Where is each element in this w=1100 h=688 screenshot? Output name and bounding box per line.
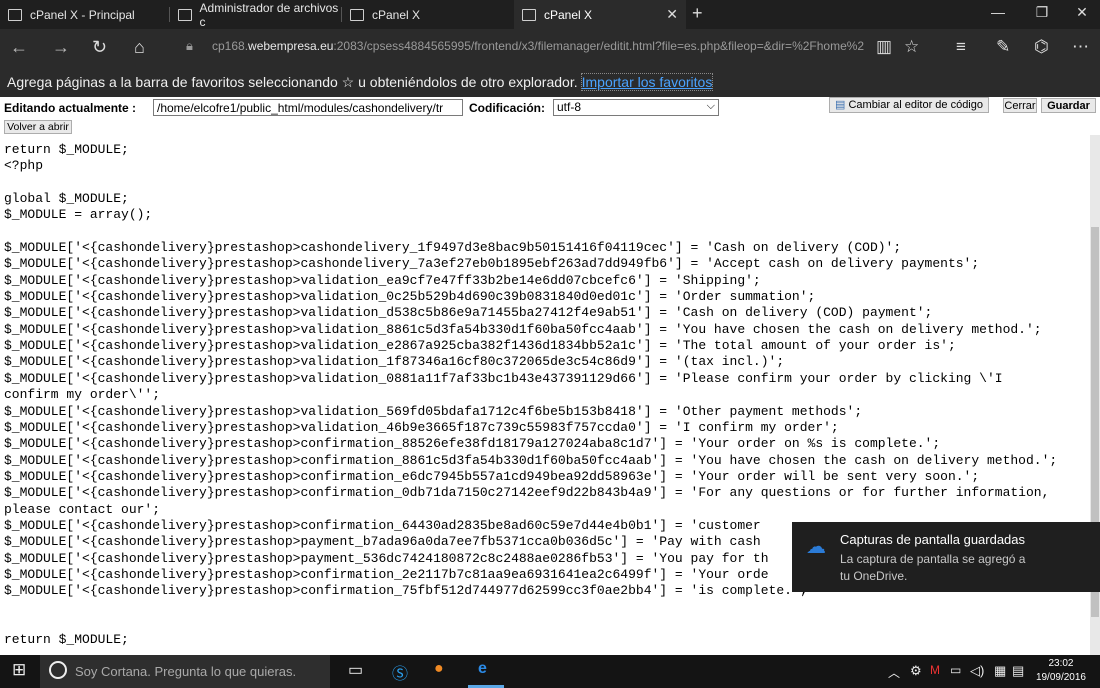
url-field[interactable]: cp168.webempresa.eu:2083/cpsess488456599…: [212, 39, 864, 53]
editor-toolbar: Editando actualmente : Codificación: utf…: [0, 97, 1100, 135]
encoding-label: Codificación:: [469, 101, 546, 115]
tab-label: cPanel X: [372, 7, 421, 22]
page-icon: [178, 8, 192, 21]
taskbar: ⊞ Soy Cortana. Pregunta lo que quieras. …: [0, 655, 1100, 688]
battery-icon[interactable]: ▭: [950, 663, 961, 677]
new-tab-button[interactable]: +: [692, 3, 703, 24]
search-placeholder: Soy Cortana. Pregunta lo que quieras.: [75, 664, 297, 679]
favorites-prompt-text: Agrega páginas a la barra de favoritos s…: [7, 74, 578, 90]
reading-view-icon[interactable]: ▥: [876, 37, 892, 57]
refresh-icon[interactable]: ↻: [92, 37, 107, 58]
antivirus-icon[interactable]: M: [930, 663, 940, 677]
code-editor-button[interactable]: ▤ Cambiar al editor de código: [829, 97, 989, 113]
favorites-bar-prompt: Agrega páginas a la barra de favoritos s…: [0, 66, 1100, 97]
lock-icon: 🔒︎: [186, 38, 193, 53]
tab-cpanel-principal[interactable]: cPanel X - Principal: [0, 0, 170, 29]
chevron-up-icon[interactable]: ︿: [888, 664, 900, 681]
encoding-select[interactable]: utf-8 ⌵: [553, 99, 719, 116]
url-domain: webempresa.eu: [248, 39, 334, 53]
encoding-value: utf-8: [557, 100, 582, 114]
reopen-button[interactable]: Volver a abrir: [4, 120, 72, 134]
volume-icon[interactable]: ◁): [970, 663, 984, 679]
page-icon: [8, 8, 22, 21]
clock-time: 23:02: [1048, 658, 1074, 669]
chevron-down-icon: ⌵: [706, 100, 715, 112]
address-toolbar: ← → ↻ ⌂ 🔒︎ cp168.webempresa.eu:2083/cpse…: [0, 29, 1100, 66]
close-button[interactable]: Cerrar: [1003, 98, 1037, 113]
tab-label: cPanel X - Principal: [30, 7, 135, 22]
share-icon[interactable]: ⌬: [1034, 37, 1049, 57]
cortana-search-box[interactable]: Soy Cortana. Pregunta lo que quieras.: [40, 655, 330, 688]
notification-body: La captura de pantalla se agregó a tu On…: [840, 551, 1025, 585]
save-button[interactable]: Guardar: [1041, 98, 1096, 113]
notification-toast[interactable]: ☁ Capturas de pantalla guardadas La capt…: [792, 522, 1100, 592]
page-icon: [350, 8, 364, 21]
notification-line2: tu OneDrive.: [840, 569, 908, 583]
close-tab-icon[interactable]: ✕: [666, 6, 678, 23]
more-icon[interactable]: ⋯: [1072, 37, 1089, 57]
keyboard-icon[interactable]: ▦: [994, 663, 1006, 679]
firefox-icon[interactable]: ●: [434, 660, 444, 678]
tab-cpanel[interactable]: cPanel X: [342, 0, 514, 29]
tab-cpanel-active[interactable]: cPanel X ✕: [514, 0, 686, 29]
url-path: :2083/cpsess4884565995/frontend/x3/filem…: [333, 39, 864, 53]
close-window-icon[interactable]: ✕: [1072, 4, 1092, 21]
notification-line1: La captura de pantalla se agregó a: [840, 552, 1026, 566]
tab-label: Administrador de archivos c: [199, 0, 339, 29]
cortana-icon: [49, 661, 67, 679]
editing-label: Editando actualmente :: [4, 101, 137, 115]
page-icon: [522, 8, 536, 21]
skype-icon[interactable]: Ⓢ: [392, 660, 408, 684]
tab-label: cPanel X: [544, 7, 593, 22]
onedrive-cloud-icon: ☁: [806, 536, 826, 558]
clock-date: 19/09/2016: [1035, 672, 1086, 683]
url-prefix: cp168.: [212, 39, 249, 53]
back-icon[interactable]: ←: [10, 37, 28, 58]
editor-icon: ▤: [835, 99, 846, 111]
browser-tab-bar: cPanel X - Principal Administrador de ar…: [0, 0, 1100, 29]
tab-file-manager[interactable]: Administrador de archivos c: [170, 0, 342, 29]
system-clock[interactable]: 23:02 19/09/2016: [1036, 657, 1086, 685]
hub-icon[interactable]: ≡: [956, 37, 966, 57]
windows-start-icon[interactable]: ⊞: [12, 660, 26, 680]
favorite-star-icon[interactable]: ☆: [904, 37, 919, 57]
action-center-icon[interactable]: ▤: [1012, 663, 1024, 679]
web-note-icon[interactable]: ✎: [996, 37, 1010, 57]
edge-icon[interactable]: e: [478, 660, 487, 678]
import-favorites-link[interactable]: Importar los favoritos: [580, 73, 714, 91]
forward-icon[interactable]: →: [52, 37, 70, 58]
notification-title: Capturas de pantalla guardadas: [840, 532, 1026, 547]
home-icon[interactable]: ⌂: [134, 37, 145, 58]
file-path-input[interactable]: [153, 99, 463, 116]
restore-icon[interactable]: ❐: [1032, 4, 1052, 21]
code-editor-label: Cambiar al editor de código: [848, 99, 983, 111]
network-icon[interactable]: ⚙: [910, 663, 922, 679]
task-view-icon[interactable]: ▭: [348, 660, 363, 680]
minimize-icon[interactable]: —: [988, 4, 1008, 20]
